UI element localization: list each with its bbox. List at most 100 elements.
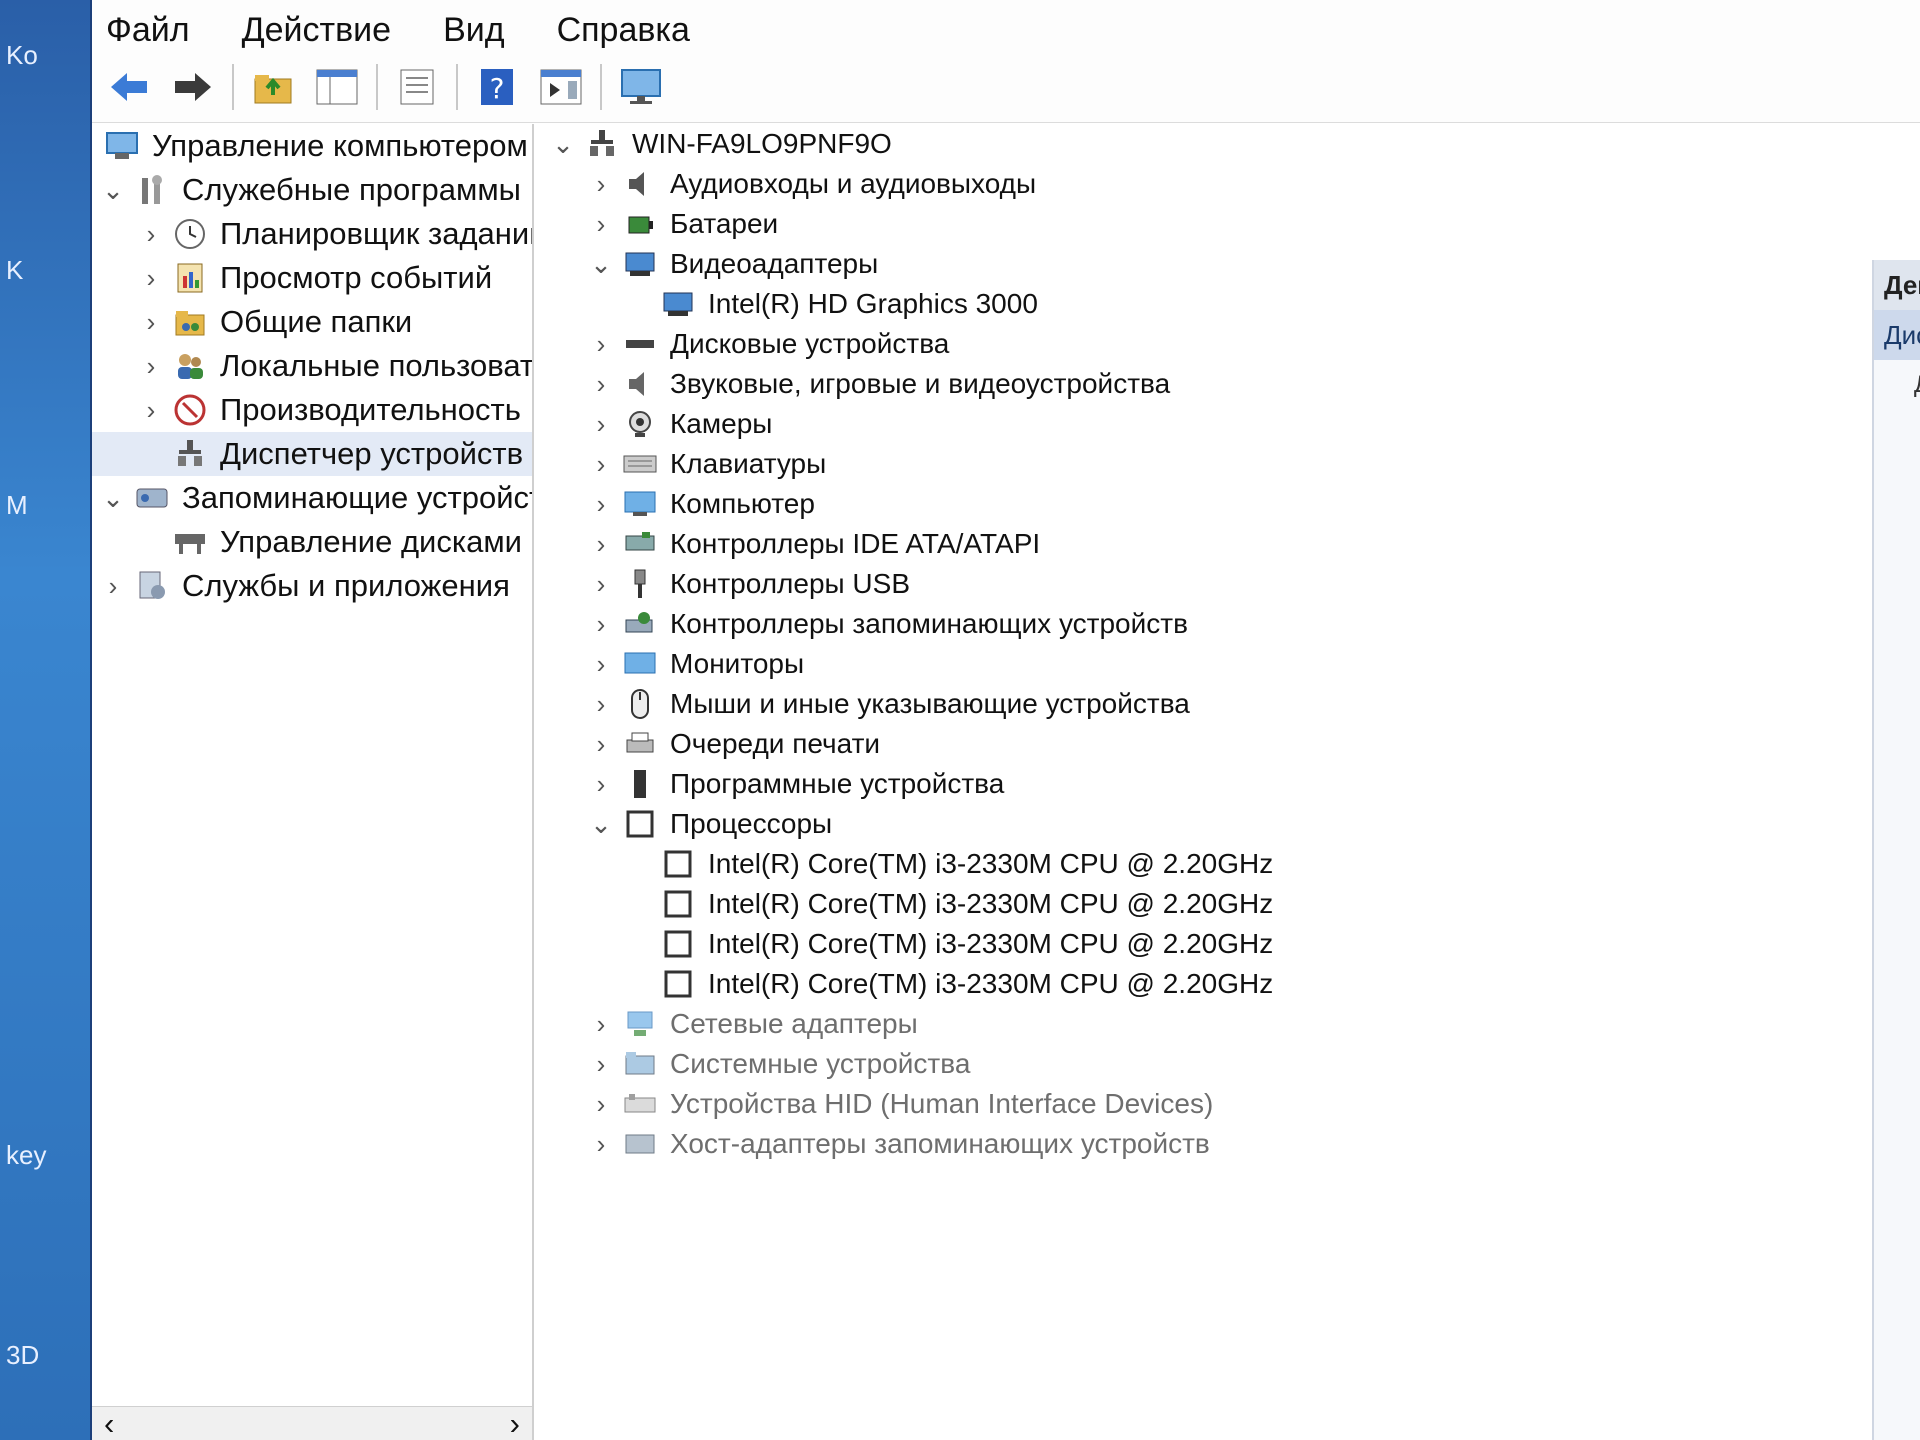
chevron-right-icon[interactable]: ›	[136, 307, 166, 338]
chevron-right-icon[interactable]: ›	[586, 1049, 616, 1080]
tree-item-label: Локальные пользовате	[220, 348, 534, 383]
device-category[interactable]: › Контроллеры USB	[542, 564, 1872, 604]
menu-help[interactable]: Справка	[553, 11, 694, 52]
chevron-right-icon[interactable]: ›	[586, 1089, 616, 1120]
horizontal-scrollbar[interactable]: ‹ ›	[92, 1406, 532, 1440]
device-category[interactable]: › Контроллеры запоминающих устройств	[542, 604, 1872, 644]
actions-device-manager[interactable]: Диспетче	[1874, 310, 1920, 360]
chevron-right-icon[interactable]: ›	[586, 649, 616, 680]
device-category[interactable]: › Компьютер	[542, 484, 1872, 524]
chevron-down-icon[interactable]: ⌄	[548, 129, 578, 160]
clock-icon	[172, 218, 208, 250]
processor-icon	[660, 888, 696, 920]
device-category[interactable]: › Сетевые адаптеры	[542, 1004, 1872, 1044]
chevron-right-icon[interactable]: ›	[586, 1009, 616, 1040]
device-category[interactable]: › Камеры	[542, 404, 1872, 444]
device-category[interactable]: › Клавиатуры	[542, 444, 1872, 484]
tree-item-local-users[interactable]: › Локальные пользовате	[92, 344, 532, 388]
chevron-down-icon[interactable]: ⌄	[586, 809, 616, 840]
device-category[interactable]: › Аудиовходы и аудиовыходы	[542, 164, 1872, 204]
scroll-left-icon[interactable]: ‹	[104, 1406, 114, 1440]
chevron-right-icon[interactable]: ›	[586, 689, 616, 720]
menu-view[interactable]: Вид	[439, 11, 509, 52]
device-item[interactable]: Intel(R) Core(TM) i3-2330M CPU @ 2.20GHz	[542, 884, 1872, 924]
tree-item-shared-folders[interactable]: › Общие папки	[92, 300, 532, 344]
computer-icon	[622, 488, 658, 520]
menu-file[interactable]: Файл	[102, 11, 194, 52]
actions-panel: Действи Диспетче Допо.	[1872, 260, 1920, 1440]
processor-icon	[622, 808, 658, 840]
tree-item-task-scheduler[interactable]: › Планировщик заданий	[92, 212, 532, 256]
chevron-right-icon[interactable]: ›	[586, 449, 616, 480]
chevron-right-icon[interactable]: ›	[586, 769, 616, 800]
menu-action[interactable]: Действие	[238, 11, 395, 52]
device-item[interactable]: Intel(R) HD Graphics 3000	[542, 284, 1872, 324]
device-category[interactable]: › Дисковые устройства	[542, 324, 1872, 364]
properties-icon[interactable]	[392, 62, 442, 112]
device-item[interactable]: Intel(R) Core(TM) i3-2330M CPU @ 2.20GHz	[542, 924, 1872, 964]
device-item[interactable]: Intel(R) Core(TM) i3-2330M CPU @ 2.20GHz	[542, 844, 1872, 884]
chevron-down-icon[interactable]: ⌄	[98, 175, 128, 206]
device-category[interactable]: › Программные устройства	[542, 764, 1872, 804]
device-category-label: Процессоры	[670, 808, 833, 839]
chevron-down-icon[interactable]: ⌄	[98, 483, 128, 514]
tree-item-system-tools[interactable]: ⌄ Служебные программы	[92, 168, 532, 212]
chevron-right-icon[interactable]: ›	[98, 571, 128, 602]
tree-item-label: Диспетчер устройств	[220, 436, 524, 471]
chevron-right-icon[interactable]: ›	[136, 351, 166, 382]
device-item[interactable]: Intel(R) Core(TM) i3-2330M CPU @ 2.20GHz	[542, 964, 1872, 1004]
chevron-right-icon[interactable]: ›	[586, 529, 616, 560]
tree-item-storage[interactable]: ⌄ Запоминающие устройст	[92, 476, 532, 520]
chevron-right-icon[interactable]: ›	[586, 489, 616, 520]
device-category-label: Видеоадаптеры	[670, 248, 879, 279]
show-hide-tree-icon[interactable]	[312, 62, 362, 112]
device-category[interactable]: › Устройства HID (Human Interface Device…	[542, 1084, 1872, 1124]
device-category[interactable]: › Контроллеры IDE ATA/ATAPI	[542, 524, 1872, 564]
chevron-right-icon[interactable]: ›	[586, 609, 616, 640]
up-folder-icon[interactable]	[248, 62, 298, 112]
tree-item-device-manager[interactable]: Диспетчер устройств	[92, 432, 532, 476]
device-category[interactable]: › Мыши и иные указывающие устройства	[542, 684, 1872, 724]
back-arrow-icon[interactable]	[104, 62, 154, 112]
device-category[interactable]: › Хост-адаптеры запоминающих устройств	[542, 1124, 1872, 1164]
action-pane-icon[interactable]	[536, 62, 586, 112]
forward-arrow-icon[interactable]	[168, 62, 218, 112]
tree-item-event-viewer[interactable]: › Просмотр событий	[92, 256, 532, 300]
device-category[interactable]: › Очереди печати	[542, 724, 1872, 764]
monitor-icon[interactable]	[616, 62, 666, 112]
printer-icon	[622, 728, 658, 760]
storage-host-icon	[622, 1128, 658, 1160]
chevron-right-icon[interactable]: ›	[586, 169, 616, 200]
usb-icon	[622, 568, 658, 600]
tree-root[interactable]: Управление компьютером (л	[92, 124, 532, 168]
storage-icon	[134, 482, 170, 514]
chevron-right-icon[interactable]: ›	[136, 219, 166, 250]
device-tree-root[interactable]: ⌄ WIN-FA9LO9PNF9O	[542, 124, 1872, 164]
tree-item-performance[interactable]: › Производительность	[92, 388, 532, 432]
device-category[interactable]: › Системные устройства	[542, 1044, 1872, 1084]
chevron-right-icon[interactable]: ›	[586, 209, 616, 240]
chevron-right-icon[interactable]: ›	[136, 395, 166, 426]
scroll-right-icon[interactable]: ›	[510, 1406, 520, 1440]
chevron-right-icon[interactable]: ›	[586, 569, 616, 600]
chevron-right-icon[interactable]: ›	[136, 263, 166, 294]
device-category[interactable]: › Батареи	[542, 204, 1872, 244]
device-category[interactable]: › Звуковые, игровые и видеоустройства	[542, 364, 1872, 404]
actions-header[interactable]: Действи	[1874, 260, 1920, 310]
mouse-icon	[622, 688, 658, 720]
chevron-down-icon[interactable]: ⌄	[586, 249, 616, 280]
device-category[interactable]: ⌄ Видеоадаптеры	[542, 244, 1872, 284]
chevron-right-icon[interactable]: ›	[586, 409, 616, 440]
device-category[interactable]: › Мониторы	[542, 644, 1872, 684]
toolbar-separator	[232, 64, 234, 110]
tree-item-services-apps[interactable]: › Службы и приложения	[92, 564, 532, 608]
chevron-right-icon[interactable]: ›	[586, 1129, 616, 1160]
monitor-icon	[622, 648, 658, 680]
tree-item-disk-management[interactable]: Управление дисками	[92, 520, 532, 564]
chevron-right-icon[interactable]: ›	[586, 729, 616, 760]
device-category[interactable]: ⌄ Процессоры	[542, 804, 1872, 844]
actions-more[interactable]: Допо.	[1874, 360, 1920, 410]
chevron-right-icon[interactable]: ›	[586, 329, 616, 360]
chevron-right-icon[interactable]: ›	[586, 369, 616, 400]
help-icon[interactable]: ?	[472, 62, 522, 112]
